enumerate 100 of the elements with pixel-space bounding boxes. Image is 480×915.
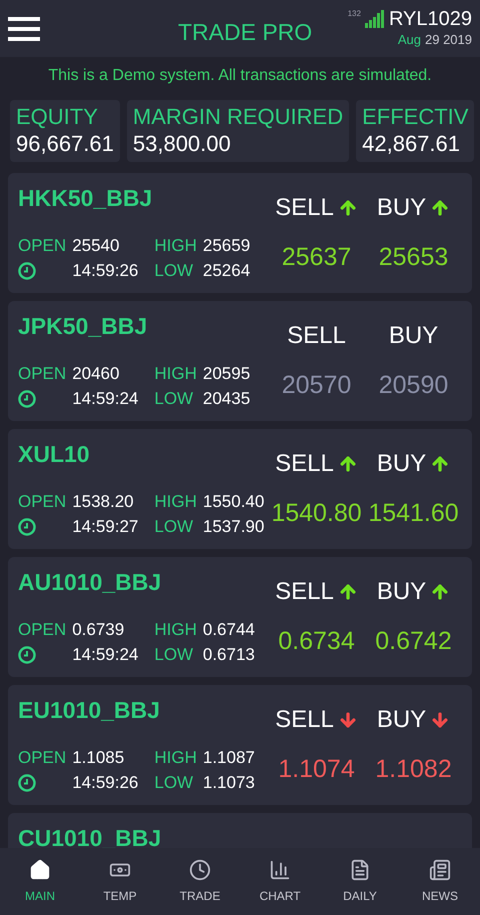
buy-price[interactable]: 20590 [365, 366, 462, 404]
clock-icon [18, 774, 36, 792]
high-label: HIGH [154, 491, 197, 513]
buy-price[interactable]: 0.6742 [365, 622, 462, 660]
high-value: 1550.40 [202, 491, 264, 513]
sell-label: SELL [275, 704, 334, 735]
low-label: LOW [154, 388, 194, 410]
signal-icon [364, 10, 385, 28]
quote-card[interactable]: HKK50_BBJ OPEN 25540 HIGH 25659 14:59:26 LOW 25264 SELL BUY 25637 25653 [8, 173, 472, 293]
open-value: 25540 [72, 235, 120, 257]
open-label: OPEN [18, 491, 66, 513]
sell-price[interactable]: 20570 [268, 366, 365, 404]
buy-label: BUY [376, 704, 426, 735]
app-title: TRADE PRO [178, 18, 312, 47]
newspaper-icon [429, 858, 451, 880]
sell-price[interactable]: 25637 [268, 238, 365, 276]
clock-icon [18, 390, 36, 408]
open-value: 0.6739 [72, 619, 126, 641]
stat-label: MARGIN REQUIRED [132, 104, 344, 130]
symbol-name: HKK50_BBJ [18, 184, 154, 213]
buy-label: BUY [388, 320, 438, 351]
up-arrow-icon [430, 582, 450, 602]
low-value: 1.1073 [202, 772, 255, 794]
low-value: 0.6713 [202, 644, 255, 666]
low-label: LOW [154, 260, 194, 282]
sell-label: SELL [275, 448, 334, 479]
symbol-name: JPK50_BBJ [18, 312, 148, 341]
low-value: 1537.90 [202, 516, 264, 538]
nav-tab[interactable]: MAIN [0, 848, 80, 915]
time-value: 14:59:24 [72, 388, 140, 410]
open-value: 1538.20 [72, 491, 135, 513]
sell-label: SELL [275, 576, 334, 607]
down-arrow-icon [338, 710, 358, 730]
time-value: 14:59:26 [72, 772, 140, 794]
date-month: Aug [398, 30, 421, 49]
demo-notice: This is a Demo system. All transactions are simulated. [48, 66, 432, 86]
quote-card[interactable]: EU1010_BBJ OPEN 1.1085 HIGH 1.1087 14:59:26 LOW 1.1073 SELL BUY 1.1074 1.1082 [8, 685, 472, 805]
document-icon [349, 858, 371, 880]
high-value: 0.6744 [202, 619, 255, 641]
nav-tab[interactable]: DAILY [320, 848, 400, 915]
quote-card[interactable]: JPK50_BBJ OPEN 20460 HIGH 20595 14:59:24 LOW 20435 SELL BUY 20570 20590 [8, 301, 472, 421]
quote-card[interactable]: XUL10 OPEN 1538.20 HIGH 1550.40 14:59:27 LOW 1537.90 SELL BUY 1540.80 1541.60 [8, 429, 472, 549]
time-value: 14:59:26 [72, 260, 140, 282]
clock-icon [18, 262, 36, 280]
buy-label: BUY [376, 448, 426, 479]
time-value: 14:59:27 [72, 516, 140, 538]
symbol-name: CU1010_BBJ [18, 825, 162, 848]
menu-icon[interactable] [8, 16, 40, 42]
buy-label: BUY [376, 576, 426, 607]
high-label: HIGH [154, 747, 197, 769]
up-arrow-icon [338, 582, 358, 602]
symbol-name: XUL10 [18, 440, 91, 469]
symbol-name: AU1010_BBJ [18, 568, 162, 597]
high-label: HIGH [154, 363, 197, 385]
signal-label: 132 [348, 8, 361, 20]
quote-card[interactable]: AU1010_BBJ OPEN 0.6739 HIGH 0.6744 14:59:24 LOW 0.6713 SELL BUY 0.6734 0.6742 [8, 557, 472, 677]
nav-tab[interactable]: TRADE [160, 848, 240, 915]
high-value: 20595 [202, 363, 250, 385]
low-label: LOW [154, 772, 194, 794]
high-label: HIGH [154, 619, 197, 641]
account-id: RYL1029 [388, 8, 472, 30]
stat-value: 53,800.00 [132, 130, 232, 158]
open-label: OPEN [18, 235, 66, 257]
home-icon [29, 858, 51, 880]
nav-tab[interactable]: NEWS [400, 848, 480, 915]
low-label: LOW [154, 516, 194, 538]
open-label: OPEN [18, 619, 66, 641]
open-value: 1.1085 [72, 747, 126, 769]
sell-price[interactable]: 1.1074 [268, 750, 365, 788]
sell-label: SELL [287, 320, 346, 351]
up-arrow-icon [430, 198, 450, 218]
stat-value: 96,667.61 [16, 130, 114, 158]
buy-price[interactable]: 25653 [365, 238, 462, 276]
stat-label: EQUITY [16, 104, 99, 130]
stat-label: EFFECTIV [362, 104, 468, 130]
buy-price[interactable]: 1541.60 [365, 494, 462, 532]
sell-price[interactable]: 0.6734 [268, 622, 365, 660]
low-value: 25264 [202, 260, 250, 282]
quote-card[interactable]: CU1010_BBJ [8, 813, 472, 848]
open-label: OPEN [18, 363, 66, 385]
nav-tab[interactable]: TEMP [80, 848, 160, 915]
high-value: 1.1087 [202, 747, 255, 769]
stat-value: 42,867.61 [362, 130, 461, 158]
date-day-year: 29 2019 [425, 30, 472, 49]
open-value: 20460 [72, 363, 120, 385]
nav-tab[interactable]: CHART [240, 848, 320, 915]
low-label: LOW [154, 644, 194, 666]
sell-price[interactable]: 1540.80 [268, 494, 365, 532]
up-arrow-icon [430, 454, 450, 474]
symbol-name: EU1010_BBJ [18, 696, 161, 725]
sell-label: SELL [275, 192, 334, 223]
buy-label: BUY [376, 192, 426, 223]
time-value: 14:59:24 [72, 644, 140, 666]
clock-icon [18, 518, 36, 536]
down-arrow-icon [430, 710, 450, 730]
clock-icon [189, 858, 211, 880]
low-value: 20435 [202, 388, 250, 410]
buy-price[interactable]: 1.1082 [365, 750, 462, 788]
bar-chart-icon [269, 858, 291, 880]
high-value: 25659 [202, 235, 250, 257]
